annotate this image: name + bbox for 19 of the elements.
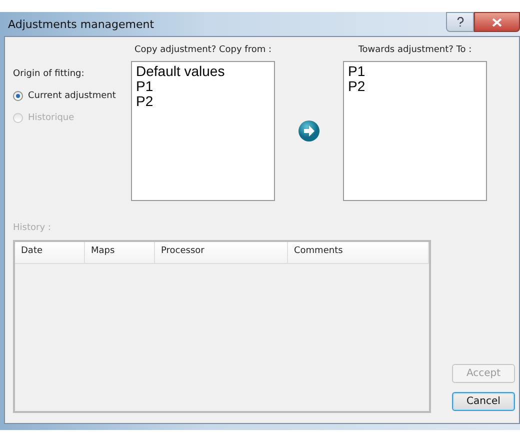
close-icon	[492, 18, 502, 26]
list-item[interactable]: Default values	[136, 64, 270, 79]
arrow-right-button[interactable]	[298, 120, 320, 142]
close-button[interactable]	[474, 12, 520, 32]
window-title: Adjustments management	[7, 18, 154, 30]
history-label: History :	[13, 223, 52, 233]
list-item[interactable]: P1	[136, 79, 270, 94]
help-button[interactable]	[446, 12, 474, 32]
list-item[interactable]: P1	[348, 64, 482, 79]
radio-option[interactable]: Current adjustment	[13, 91, 131, 101]
copy-from-heading: Copy adjustment? Copy from :	[133, 45, 273, 57]
list-item[interactable]: P2	[136, 94, 270, 109]
help-icon	[456, 17, 464, 27]
origin-label: Origin of fitting:	[13, 69, 86, 79]
copy-to-list[interactable]: P1 P2	[343, 61, 487, 201]
copy-to-heading: Towards adjustment? To :	[357, 45, 473, 57]
copy-from-list[interactable]: Default values P1 P2	[131, 61, 275, 201]
cancel-button[interactable]: Cancel	[452, 392, 515, 411]
list-item[interactable]: P2	[348, 79, 482, 94]
